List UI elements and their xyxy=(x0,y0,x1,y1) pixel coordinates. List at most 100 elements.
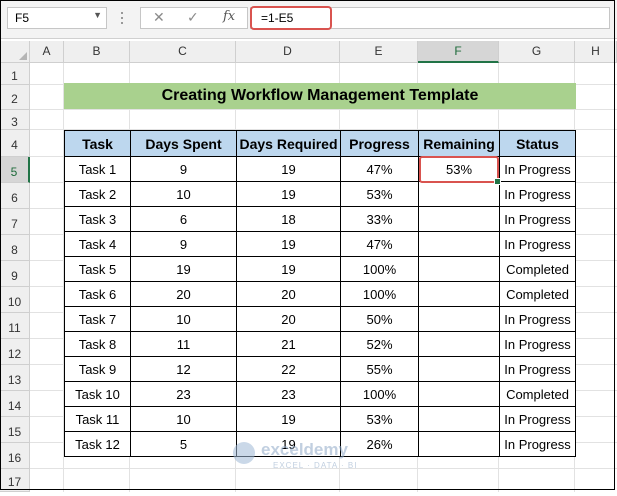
table-cell[interactable]: 5 xyxy=(130,431,237,457)
table-cell[interactable]: Completed xyxy=(499,381,576,407)
table-cell[interactable]: 6 xyxy=(130,206,237,232)
table-cell[interactable]: Task 5 xyxy=(64,256,131,282)
table-cell[interactable]: In Progress xyxy=(499,206,576,232)
column-header-c[interactable]: C xyxy=(130,41,236,63)
column-header-g[interactable]: G xyxy=(499,41,575,63)
table-cell[interactable]: 52% xyxy=(340,331,419,357)
chevron-down-icon[interactable]: ▼ xyxy=(93,10,102,20)
table-cell[interactable]: 12 xyxy=(130,356,237,382)
table-cell[interactable]: 19 xyxy=(236,181,341,207)
table-cell[interactable]: In Progress xyxy=(499,156,576,182)
table-cell[interactable]: Task 10 xyxy=(64,381,131,407)
table-cell[interactable]: Task 4 xyxy=(64,231,131,257)
table-cell[interactable] xyxy=(418,331,500,357)
table-cell[interactable]: 19 xyxy=(130,256,237,282)
table-cell[interactable] xyxy=(418,406,500,432)
table-cell[interactable]: 21 xyxy=(236,331,341,357)
table-cell[interactable] xyxy=(418,231,500,257)
table-cell[interactable]: 19 xyxy=(236,231,341,257)
table-cell[interactable]: Task 1 xyxy=(64,156,131,182)
row-header-10[interactable]: 10 xyxy=(0,287,30,313)
column-header-f[interactable]: F xyxy=(418,41,499,63)
row-header-4[interactable]: 4 xyxy=(0,130,30,157)
column-heading-days-required[interactable]: Days Required xyxy=(236,130,341,157)
table-cell[interactable]: 9 xyxy=(130,156,237,182)
table-cell[interactable]: Task 12 xyxy=(64,431,131,457)
row-header-12[interactable]: 12 xyxy=(0,339,30,365)
table-cell[interactable]: 23 xyxy=(236,381,341,407)
table-cell[interactable]: 18 xyxy=(236,206,341,232)
column-heading-task[interactable]: Task xyxy=(64,130,131,157)
column-heading-status[interactable]: Status xyxy=(499,130,576,157)
table-cell[interactable]: In Progress xyxy=(499,331,576,357)
cancel-icon[interactable]: ✕ xyxy=(153,9,165,26)
table-cell[interactable]: 10 xyxy=(130,406,237,432)
table-cell[interactable]: 22 xyxy=(236,356,341,382)
table-cell[interactable]: In Progress xyxy=(499,306,576,332)
table-cell[interactable]: In Progress xyxy=(499,181,576,207)
table-cell[interactable] xyxy=(418,206,500,232)
table-cell[interactable] xyxy=(418,256,500,282)
table-cell[interactable]: 20 xyxy=(236,306,341,332)
column-header-e[interactable]: E xyxy=(340,41,418,63)
row-header-7[interactable]: 7 xyxy=(0,209,30,235)
table-cell[interactable]: 26% xyxy=(340,431,419,457)
table-cell[interactable]: 23 xyxy=(130,381,237,407)
table-cell[interactable]: 100% xyxy=(340,256,419,282)
table-cell[interactable]: Completed xyxy=(499,281,576,307)
row-header-15[interactable]: 15 xyxy=(0,417,30,443)
column-heading-days-spent[interactable]: Days Spent xyxy=(130,130,237,157)
select-all-button[interactable] xyxy=(0,41,30,63)
row-header-1[interactable]: 1 xyxy=(0,63,30,85)
insert-function-icon[interactable]: fx xyxy=(223,9,235,24)
table-cell[interactable]: 50% xyxy=(340,306,419,332)
table-cell[interactable]: In Progress xyxy=(499,431,576,457)
table-cell[interactable]: 33% xyxy=(340,206,419,232)
row-header-14[interactable]: 14 xyxy=(0,391,30,417)
row-header-8[interactable]: 8 xyxy=(0,235,30,261)
table-cell[interactable]: 100% xyxy=(340,281,419,307)
column-heading-remaining[interactable]: Remaining xyxy=(418,130,500,157)
row-header-2[interactable]: 2 xyxy=(0,85,30,110)
table-cell[interactable] xyxy=(418,181,500,207)
table-cell[interactable]: Completed xyxy=(499,256,576,282)
table-cell[interactable] xyxy=(418,356,500,382)
table-cell[interactable]: 47% xyxy=(340,231,419,257)
table-cell[interactable]: 10 xyxy=(130,181,237,207)
table-cell[interactable]: 19 xyxy=(236,256,341,282)
table-cell[interactable]: 100% xyxy=(340,381,419,407)
table-cell[interactable] xyxy=(418,431,500,457)
row-header-17[interactable]: 17 xyxy=(0,469,30,492)
row-header-6[interactable]: 6 xyxy=(0,183,30,209)
table-cell[interactable]: Task 6 xyxy=(64,281,131,307)
table-cell[interactable] xyxy=(418,306,500,332)
table-cell[interactable]: 55% xyxy=(340,356,419,382)
row-header-9[interactable]: 9 xyxy=(0,261,30,287)
table-cell[interactable]: 53% xyxy=(340,406,419,432)
column-header-b[interactable]: B xyxy=(64,41,130,63)
table-cell[interactable]: 53% xyxy=(418,156,500,182)
table-cell[interactable]: In Progress xyxy=(499,406,576,432)
table-cell[interactable]: Task 11 xyxy=(64,406,131,432)
table-cell[interactable]: In Progress xyxy=(499,356,576,382)
table-cell[interactable]: 20 xyxy=(130,281,237,307)
table-cell[interactable]: 10 xyxy=(130,306,237,332)
row-header-13[interactable]: 13 xyxy=(0,365,30,391)
table-cell[interactable]: Task 3 xyxy=(64,206,131,232)
table-cell[interactable] xyxy=(418,381,500,407)
enter-icon[interactable]: ✓ xyxy=(187,9,199,26)
table-cell[interactable]: 11 xyxy=(130,331,237,357)
row-header-5[interactable]: 5 xyxy=(0,157,30,183)
table-cell[interactable]: 19 xyxy=(236,406,341,432)
name-box[interactable]: F5 ▼ xyxy=(7,7,107,29)
table-cell[interactable]: Task 2 xyxy=(64,181,131,207)
drag-handle-icon[interactable] xyxy=(119,9,125,29)
column-header-d[interactable]: D xyxy=(236,41,340,63)
table-cell[interactable]: Task 8 xyxy=(64,331,131,357)
table-cell[interactable]: 19 xyxy=(236,156,341,182)
row-header-3[interactable]: 3 xyxy=(0,110,30,130)
table-cell[interactable]: In Progress xyxy=(499,231,576,257)
table-cell[interactable]: Task 9 xyxy=(64,356,131,382)
row-header-11[interactable]: 11 xyxy=(0,313,30,339)
table-cell[interactable]: 53% xyxy=(340,181,419,207)
